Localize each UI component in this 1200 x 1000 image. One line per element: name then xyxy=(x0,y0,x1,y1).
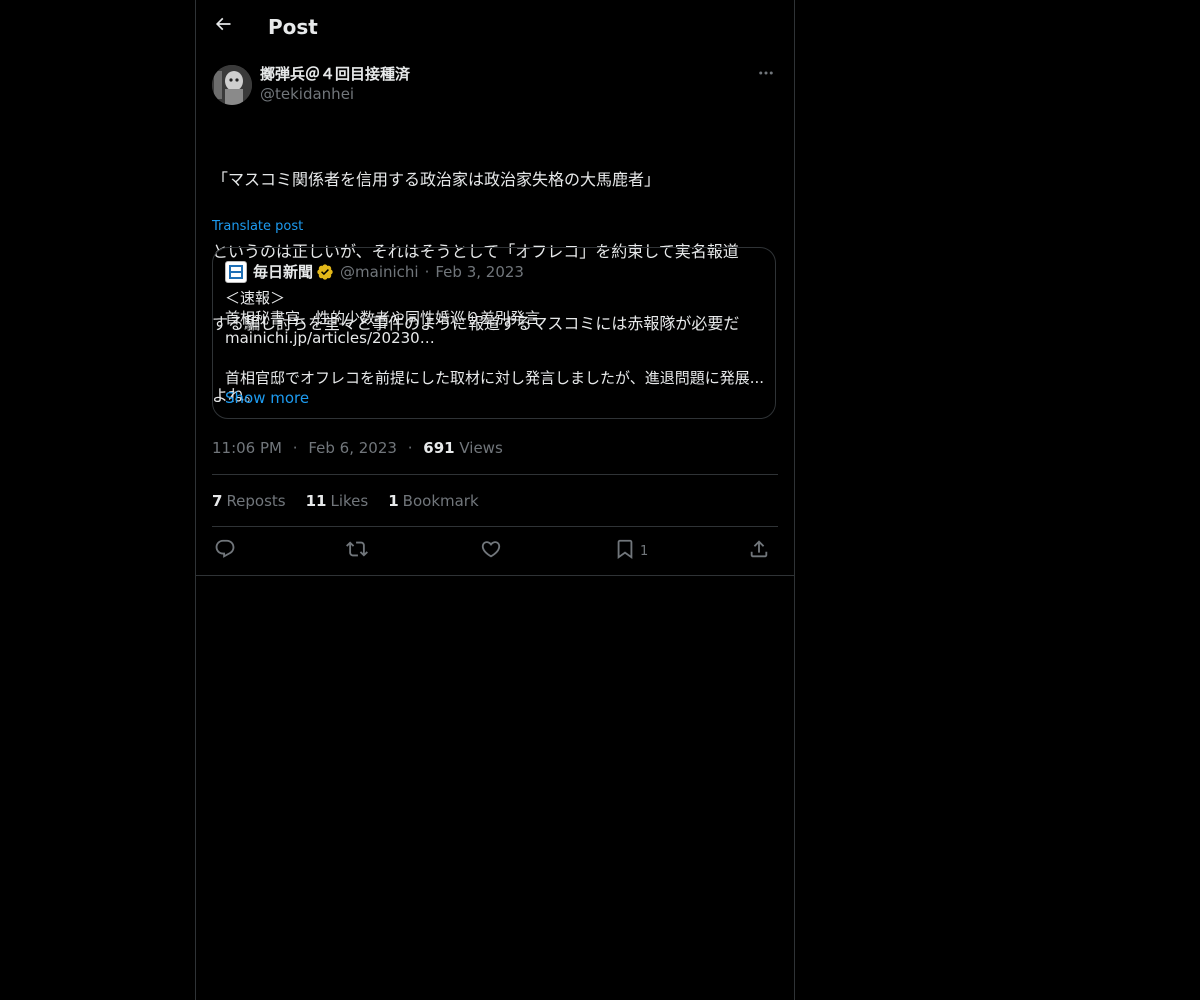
reposts-label: Reposts xyxy=(226,492,286,510)
verified-badge-icon xyxy=(316,263,334,281)
action-bar: 1 xyxy=(212,535,778,567)
timeline-column: Post 擲弾兵＠４回目接種済 @tekidanhei 「マスコミ関係者を信用す… xyxy=(195,0,795,1000)
more-horizontal-icon xyxy=(757,64,775,86)
likes-label: Likes xyxy=(330,492,369,510)
quote-display-name: 毎日新聞 xyxy=(253,263,314,281)
separator-dot: · xyxy=(424,263,430,281)
post-stats: 7 Reposts 11 Likes 1 Bookmark xyxy=(212,491,479,511)
post-meta: 11:06 PM · Feb 6, 2023 · 691 Views xyxy=(212,438,503,458)
quote-line: 首相官邸でオフレコを前提にした取材に対し発言しましたが、進退問題に発展... xyxy=(225,369,765,387)
separator-dot: · xyxy=(292,439,298,457)
quote-date: Feb 3, 2023 xyxy=(435,263,524,281)
repost-button[interactable] xyxy=(346,539,368,563)
quote-line: ＜速報＞ xyxy=(225,289,286,307)
separator-dot: · xyxy=(407,439,413,457)
arrow-left-icon xyxy=(213,14,233,38)
post-date[interactable]: Feb 6, 2023 xyxy=(308,439,397,457)
views-label: Views xyxy=(459,439,503,457)
author-display-name[interactable]: 擲弾兵＠４回目接種済 xyxy=(260,64,410,84)
quoted-post-body: ＜速報＞ 首相秘書官、性的少数者や同性婚巡り差別発言 mainichi.jp/a… xyxy=(225,288,765,408)
back-button[interactable] xyxy=(210,13,236,39)
quote-avatar[interactable] xyxy=(225,261,247,283)
post-author-row: 擲弾兵＠４回目接種済 @tekidanhei xyxy=(212,64,778,108)
divider xyxy=(196,575,794,576)
top-bar: Post xyxy=(196,0,794,53)
likes-count: 11 xyxy=(305,492,327,510)
quote-line: 首相秘書官、性的少数者や同性婚巡り差別発言 xyxy=(225,309,541,327)
quote-handle: @mainichi xyxy=(340,263,419,281)
bookmarks-stat[interactable]: 1 Bookmark xyxy=(388,491,478,511)
translate-post-link[interactable]: Translate post xyxy=(212,219,303,235)
reply-button[interactable] xyxy=(214,539,236,563)
bookmark-count: 1 xyxy=(640,543,649,559)
likes-stat[interactable]: 11 Likes xyxy=(306,491,369,511)
reposts-count: 7 xyxy=(212,492,223,510)
quoted-post-header: 毎日新聞 @mainichi · Feb 3, 2023 xyxy=(225,261,524,283)
author-handle[interactable]: @tekidanhei xyxy=(260,84,410,104)
bookmarks-count: 1 xyxy=(388,492,399,510)
post-time[interactable]: 11:06 PM xyxy=(212,439,282,457)
quoted-post[interactable]: 毎日新聞 @mainichi · Feb 3, 2023 ＜速報＞ 首相秘書官、… xyxy=(212,247,776,419)
divider xyxy=(212,526,778,527)
bookmark-button[interactable]: 1 xyxy=(614,539,648,563)
bookmarks-label: Bookmark xyxy=(402,492,479,510)
divider xyxy=(212,474,778,475)
author-info: 擲弾兵＠４回目接種済 @tekidanhei xyxy=(260,64,410,104)
quote-link[interactable]: mainichi.jp/articles/20230… xyxy=(225,328,765,348)
like-button[interactable] xyxy=(480,539,502,563)
share-button[interactable] xyxy=(748,539,770,563)
avatar[interactable] xyxy=(212,65,252,105)
bookmark-icon xyxy=(614,538,636,564)
more-button[interactable] xyxy=(754,66,778,84)
repost-icon xyxy=(346,538,368,564)
reposts-stat[interactable]: 7 Reposts xyxy=(212,491,286,511)
show-more-link[interactable]: Show more xyxy=(225,388,765,408)
heart-icon xyxy=(480,538,502,564)
post-text-line: 「マスコミ関係者を信用する政治家は政治家失格の大馬鹿者」 xyxy=(212,170,661,189)
share-icon xyxy=(748,538,770,564)
reply-icon xyxy=(214,538,236,564)
views-count: 691 xyxy=(423,439,455,457)
page-title: Post xyxy=(268,15,318,39)
quote-line-blank xyxy=(225,348,765,368)
